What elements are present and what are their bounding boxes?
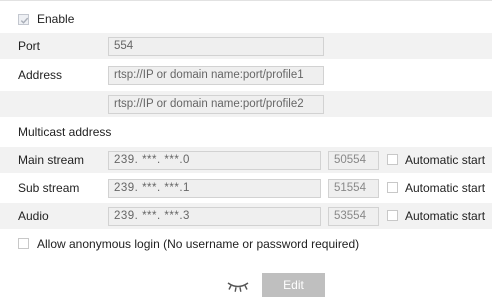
main-stream-label: Main stream: [18, 153, 85, 167]
sub-stream-auto-checkbox[interactable]: [387, 182, 398, 193]
checkmark-icon: [20, 17, 29, 24]
top-divider: [0, 0, 492, 1]
main-stream-row: Main stream 239. ***. ***.0 50554 Automa…: [0, 147, 492, 173]
audio-auto-checkbox[interactable]: [387, 210, 398, 221]
audio-auto-label: Automatic start: [405, 209, 486, 223]
sub-stream-ip-input[interactable]: 239. ***. ***.1: [108, 179, 321, 198]
address-row-2: rtsp://IP or domain name:port/profile2: [0, 91, 492, 117]
address-input-2[interactable]: rtsp://IP or domain name:port/profile2: [108, 95, 324, 114]
address-row: Address rtsp://IP or domain name:port/pr…: [0, 62, 492, 88]
anonymous-login-row: Allow anonymous login (No username or pa…: [0, 231, 492, 257]
enable-row: Enable: [0, 6, 492, 32]
audio-label: Audio: [18, 209, 49, 223]
enable-checkbox[interactable]: [18, 14, 29, 25]
multicast-heading-row: Multicast address: [0, 119, 492, 145]
audio-ip-input[interactable]: 239. ***. ***.3: [108, 207, 321, 226]
enable-label: Enable: [37, 12, 75, 26]
sub-stream-port-input[interactable]: 51554: [328, 179, 379, 198]
port-label: Port: [18, 39, 41, 53]
anonymous-login-checkbox[interactable]: [18, 238, 29, 249]
address-input-1[interactable]: rtsp://IP or domain name:port/profile1: [108, 66, 324, 85]
edit-button[interactable]: Edit: [262, 273, 325, 297]
eye-closed-icon[interactable]: [227, 281, 249, 293]
sub-stream-auto-label: Automatic start: [405, 181, 486, 195]
address-label: Address: [18, 68, 63, 82]
sub-stream-row: Sub stream 239. ***. ***.1 51554 Automat…: [0, 175, 492, 201]
multicast-heading: Multicast address: [18, 125, 112, 139]
anonymous-login-label: Allow anonymous login (No username or pa…: [37, 237, 360, 251]
audio-row: Audio 239. ***. ***.3 53554 Automatic st…: [0, 203, 492, 229]
port-row: Port 554: [0, 33, 492, 59]
main-stream-auto-checkbox[interactable]: [387, 154, 398, 165]
main-stream-auto-label: Automatic start: [405, 153, 486, 167]
main-stream-ip-input[interactable]: 239. ***. ***.0: [108, 151, 321, 170]
main-stream-port-input[interactable]: 50554: [328, 151, 379, 170]
audio-port-input[interactable]: 53554: [328, 207, 379, 226]
port-input[interactable]: 554: [108, 37, 324, 56]
sub-stream-label: Sub stream: [18, 181, 80, 195]
